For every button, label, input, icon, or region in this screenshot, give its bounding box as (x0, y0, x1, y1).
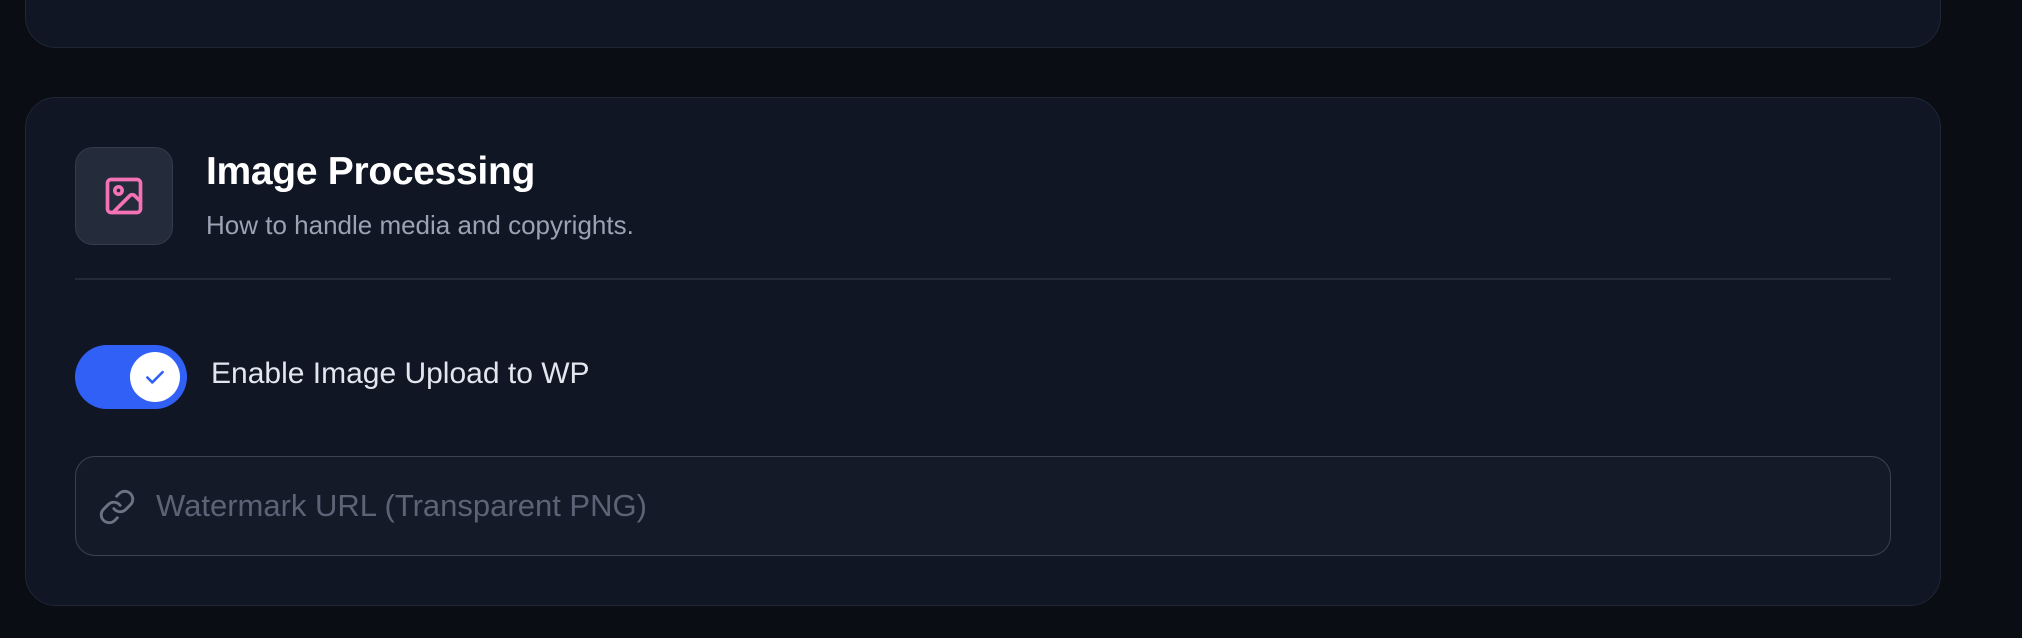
section-title: Image Processing (206, 150, 536, 193)
check-icon (146, 370, 164, 384)
image-processing-card: Image Processing How to handle media and… (25, 97, 1941, 606)
section-divider (75, 278, 1891, 280)
image-upload-label[interactable]: Enable Image Upload to WP (211, 357, 590, 391)
previous-settings-card (25, 0, 1941, 48)
section-icon-box (75, 147, 173, 245)
image-upload-toggle[interactable] (75, 345, 187, 409)
section-subtitle: How to handle media and copyrights. (206, 210, 634, 240)
link-icon (99, 489, 135, 525)
watermark-url-input[interactable] (156, 457, 1870, 555)
toggle-knob (130, 352, 180, 402)
image-icon (105, 177, 143, 215)
watermark-url-field[interactable] (75, 456, 1891, 556)
